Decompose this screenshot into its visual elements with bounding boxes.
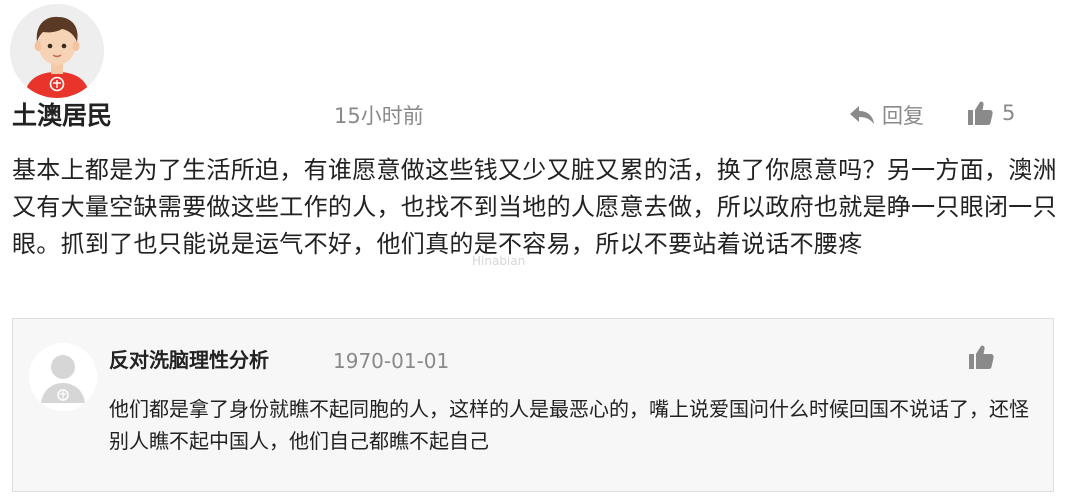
- comment-body: 基本上都是为了生活所迫，有谁愿意做这些钱又少又脏又累的活，换了你愿意吗？另一方面…: [12, 156, 1057, 258]
- like-count: 5: [1002, 101, 1016, 125]
- user-avatar[interactable]: [10, 4, 104, 98]
- reply-body: 他们都是拿了身份就瞧不起同胞的人，这样的人是最恶心的，嘴上说爱国问什么时候回国不…: [109, 397, 1029, 453]
- like-button[interactable]: 5: [966, 96, 1015, 130]
- nested-reply: 反对洗脑理性分析 1970-01-01 他们都是拿了身份就瞧不起同胞的人，这样的…: [12, 318, 1054, 492]
- watermark: Hinabian: [472, 254, 526, 268]
- default-grey-avatar-icon: [29, 343, 97, 411]
- reply-button-label: 回复: [882, 104, 924, 128]
- cartoon-user-avatar-icon: [10, 4, 104, 98]
- reply-user-avatar[interactable]: [29, 343, 97, 411]
- thumbs-up-icon: [968, 101, 993, 125]
- reply-like-button[interactable]: [967, 343, 995, 371]
- thumbs-up-icon: [969, 345, 994, 369]
- comment-username[interactable]: 土澳居民: [12, 97, 112, 135]
- reply-username[interactable]: 反对洗脑理性分析: [109, 344, 269, 376]
- reply-arrow-icon: [850, 106, 874, 124]
- reply-button[interactable]: 回复: [848, 98, 924, 132]
- reply-date: 1970-01-01: [333, 349, 450, 373]
- comment-timestamp: 15小时前: [334, 104, 424, 128]
